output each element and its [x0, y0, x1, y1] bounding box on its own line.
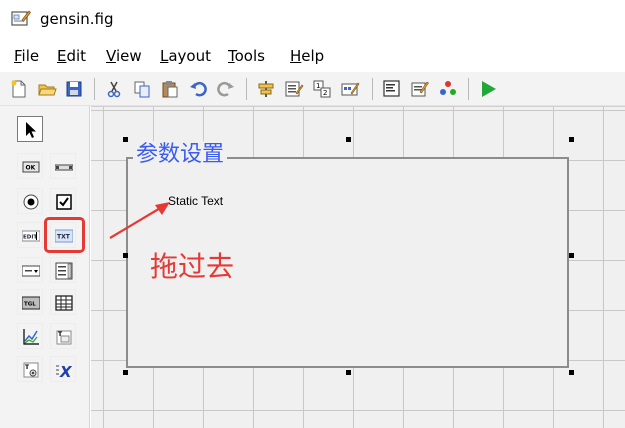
button-group-tool[interactable]: T: [17, 356, 43, 382]
check-box-tool[interactable]: [50, 188, 76, 214]
svg-text:TGL: TGL: [24, 302, 36, 308]
drag-instruction-label: 拖过去: [150, 250, 235, 283]
axes-tool[interactable]: [17, 323, 43, 349]
svg-text:OK: OK: [26, 165, 36, 172]
select-tool[interactable]: [17, 116, 43, 142]
selection-handle[interactable]: [569, 370, 574, 375]
radio-button-tool[interactable]: [17, 188, 43, 214]
activex-tool[interactable]: X: [50, 356, 76, 382]
slider-tool[interactable]: [50, 153, 76, 179]
menu-file[interactable]: File: [14, 47, 39, 65]
menu-bar: File Edit View Layout Tools Help: [0, 40, 625, 72]
paste-icon[interactable]: [160, 79, 180, 99]
component-palette: [0, 106, 90, 428]
run-icon[interactable]: [478, 79, 498, 99]
edit-text-tool[interactable]: EDIT: [17, 222, 43, 248]
menu-edit[interactable]: Edit: [57, 47, 86, 65]
toolbar: 12: [0, 72, 625, 106]
svg-text:1: 1: [316, 82, 320, 90]
selection-handle[interactable]: [123, 370, 128, 375]
selection-handle[interactable]: [123, 137, 128, 142]
arrow-pointer-icon: [26, 122, 36, 138]
figure-edit-icon: [11, 10, 31, 26]
editor-icon[interactable]: [382, 79, 402, 99]
selection-handle[interactable]: [346, 370, 351, 375]
toolbar-editor-icon[interactable]: [340, 79, 360, 99]
menu-editor-icon[interactable]: [284, 79, 304, 99]
selection-handle[interactable]: [346, 137, 351, 142]
copy-icon[interactable]: [132, 79, 152, 99]
object-browser-icon[interactable]: [438, 79, 458, 99]
listbox-tool[interactable]: [50, 257, 76, 283]
svg-text:2: 2: [323, 89, 327, 97]
property-inspector-icon[interactable]: [410, 79, 430, 99]
tab-order-icon[interactable]: 12: [312, 79, 332, 99]
menu-layout[interactable]: Layout: [160, 47, 211, 65]
slider-icon: [55, 164, 73, 171]
undo-icon[interactable]: [188, 79, 208, 99]
toolbar-separator: [246, 78, 247, 100]
toggle-button-icon: TGL: [22, 296, 40, 310]
selection-handle[interactable]: [123, 253, 128, 258]
title-bar: gensin.fig: [0, 0, 625, 40]
toolbar-separator: [468, 78, 469, 100]
toggle-button-tool[interactable]: TGL: [17, 289, 43, 315]
button-group-icon: T: [23, 362, 39, 378]
open-folder-icon[interactable]: [37, 79, 57, 99]
table-tool[interactable]: [50, 289, 76, 315]
align-icon[interactable]: [256, 79, 276, 99]
menu-tools[interactable]: Tools: [228, 47, 265, 65]
edit-text-icon: EDIT: [22, 230, 40, 242]
redo-icon[interactable]: [216, 79, 236, 99]
selection-handle[interactable]: [569, 253, 574, 258]
window-title: gensin.fig: [40, 10, 114, 28]
activex-icon: X: [56, 363, 73, 379]
cut-icon[interactable]: [104, 79, 124, 99]
toolbar-separator: [94, 78, 95, 100]
push-button-tool[interactable]: OK: [17, 153, 43, 179]
listbox-icon: [55, 262, 73, 280]
check-box-icon: [56, 194, 72, 210]
selection-handle[interactable]: [569, 137, 574, 142]
popup-menu-icon: [22, 265, 40, 277]
push-button-icon: OK: [22, 161, 40, 173]
panel-title: 参数设置: [133, 141, 228, 169]
table-icon: [55, 295, 73, 311]
toolbar-separator: [372, 78, 373, 100]
save-icon[interactable]: [64, 79, 84, 99]
highlight-box: [44, 217, 85, 253]
new-file-icon[interactable]: [9, 79, 29, 99]
drag-arrow-icon: [109, 202, 170, 239]
svg-text:X: X: [59, 363, 73, 379]
menu-help[interactable]: Help: [290, 47, 324, 65]
popup-menu-tool[interactable]: [17, 257, 43, 283]
menu-view[interactable]: View: [106, 47, 142, 65]
axes-icon: [23, 329, 39, 345]
radio-button-icon: [23, 194, 39, 210]
panel-icon: T: [56, 330, 72, 345]
panel-tool[interactable]: T: [50, 323, 76, 349]
svg-text:EDIT: EDIT: [23, 235, 37, 241]
